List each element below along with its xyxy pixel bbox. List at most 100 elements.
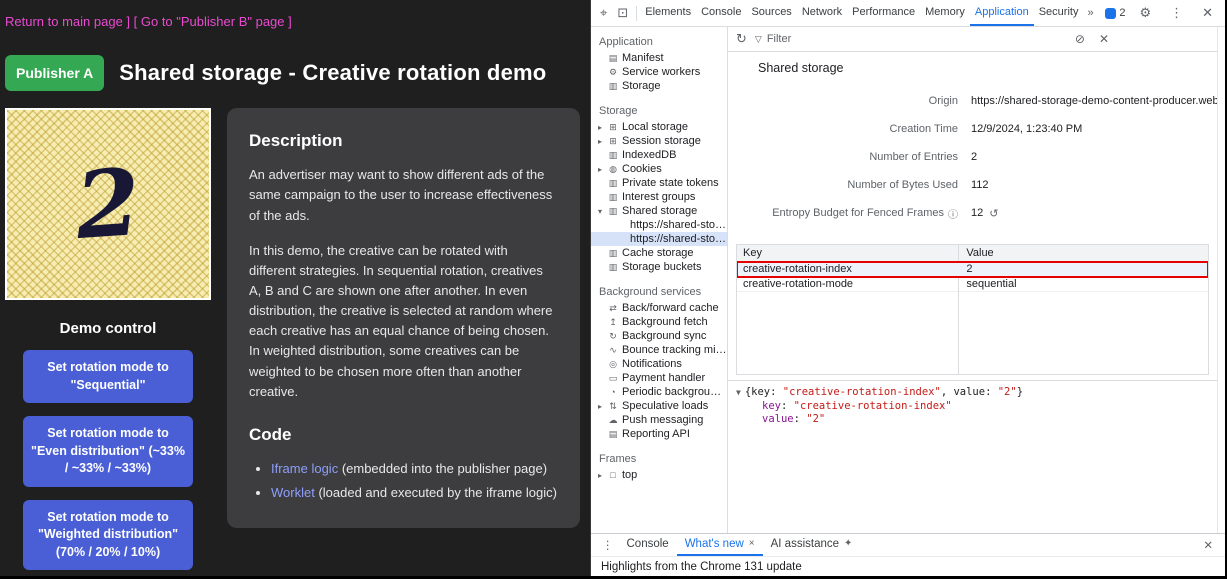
devtools: ⌖ ⊡ ElementsConsoleSourcesNetworkPerform…: [590, 0, 1225, 576]
sidebar-item-top[interactable]: ▸□top: [591, 468, 727, 482]
code-link-iframe-logic[interactable]: Iframe logic: [271, 461, 338, 476]
meta-value-entropy-budget-for-fenced-frames: 12↺: [958, 199, 1217, 227]
database-icon: ▥: [607, 248, 619, 259]
devtools-tabbar: ⌖ ⊡ ElementsConsoleSourcesNetworkPerform…: [591, 0, 1225, 27]
fetch-icon: ↥: [607, 317, 619, 328]
object-property: value: "2": [736, 413, 1209, 427]
sidebar-item-interest-groups[interactable]: ▥Interest groups: [591, 190, 727, 204]
drawer-tab-console[interactable]: Console: [619, 534, 677, 556]
code-link-worklet[interactable]: Worklet: [271, 485, 315, 500]
meta-label-entropy-budget-for-fenced-frames: Entropy Budget for Fenced Framesⓘ: [728, 199, 958, 227]
tab-performance[interactable]: Performance: [847, 0, 920, 26]
delete-icon[interactable]: ✕: [1099, 32, 1109, 46]
rotation-mode-button-1[interactable]: Set rotation mode to "Sequential": [23, 350, 193, 403]
close-devtools-icon[interactable]: ✕: [1197, 5, 1218, 21]
clear-all-icon[interactable]: ⊘: [1075, 32, 1085, 46]
sidebar-item-https-shared-storage[interactable]: https://shared-storage…: [591, 232, 727, 246]
tab-memory[interactable]: Memory: [920, 0, 970, 26]
sidebar-item-storage-buckets[interactable]: ▥Storage buckets: [591, 260, 727, 274]
description-paragraph: In this demo, the creative can be rotate…: [249, 241, 558, 402]
expand-arrow-icon[interactable]: ▸: [598, 123, 607, 132]
sidebar-item-indexeddb[interactable]: ▥IndexedDB: [591, 148, 727, 162]
sidebar-item-shared-storage[interactable]: ▾▥Shared storage: [591, 204, 727, 218]
return-main-link[interactable]: Return to main page: [5, 14, 123, 29]
sidebar-item-payment-handler[interactable]: ▭Payment handler: [591, 371, 727, 385]
object-preview-summary[interactable]: ▼{key: "creative-rotation-index", value:…: [736, 386, 1209, 400]
sidebar-item-private-state-tokens[interactable]: ▥Private state tokens: [591, 176, 727, 190]
metadata-report: Originhttps://shared-storage-demo-conten…: [728, 87, 1217, 227]
sidebar-section-background-services: Background services: [591, 283, 727, 301]
entry-preview: ▼{key: "creative-rotation-index", value:…: [728, 380, 1217, 432]
collapse-arrow-icon[interactable]: ▾: [598, 207, 607, 216]
issues-badge[interactable]: 2: [1105, 7, 1125, 19]
rotation-mode-button-2[interactable]: Set rotation mode to "Even distribution"…: [23, 416, 193, 487]
devtools-drawer: ⋮ ConsoleWhat's new×AI assistance✦✕ High…: [591, 533, 1225, 576]
sidebar-item-bounce-tracking-miti[interactable]: ∿Bounce tracking miti…: [591, 343, 727, 357]
expand-arrow-icon[interactable]: ▸: [598, 402, 607, 411]
sidebar-item-periodic-backgroun[interactable]: ◔Periodic backgroun…: [591, 385, 727, 399]
issues-count: 2: [1119, 7, 1125, 19]
sync-icon: ↻: [607, 331, 619, 342]
tab-security[interactable]: Security: [1034, 0, 1084, 26]
manifest-icon: ▤: [607, 53, 619, 64]
rotation-mode-button-3[interactable]: Set rotation mode to "Weighted distribut…: [23, 500, 193, 571]
sidebar-item-label: Service workers: [622, 66, 700, 78]
sidebar-item-label: Cache storage: [622, 247, 694, 259]
gear-icon[interactable]: ⚙: [1134, 5, 1156, 21]
sidebar-item-https-shared-storage[interactable]: https://shared-storage…: [591, 218, 727, 232]
column-header-key[interactable]: Key: [737, 247, 958, 259]
application-sidebar: Application▤Manifest⚙Service workers▥Sto…: [591, 27, 728, 533]
property-value: "2": [806, 413, 825, 425]
close-tab-icon[interactable]: ×: [749, 534, 755, 554]
code-link-item: Iframe logic (embedded into the publishe…: [271, 459, 558, 479]
code-link-suffix: (embedded into the publisher page): [338, 461, 547, 476]
inspect-element-icon[interactable]: ⌖: [595, 5, 612, 21]
sidebar-item-back-forward-cache[interactable]: ⇄Back/forward cache: [591, 301, 727, 315]
sidebar-item-cookies[interactable]: ▸◍Cookies: [591, 162, 727, 176]
tab-elements[interactable]: Elements: [640, 0, 696, 26]
scrollbar-track[interactable]: [1217, 27, 1225, 533]
table-row[interactable]: creative-rotation-index2: [737, 262, 1208, 277]
sidebar-item-manifest[interactable]: ▤Manifest: [591, 51, 727, 65]
sidebar-item-notifications[interactable]: ◎Notifications: [591, 357, 727, 371]
tab-sources[interactable]: Sources: [746, 0, 796, 26]
expand-arrow-icon[interactable]: ▸: [598, 137, 607, 146]
caret-down-icon[interactable]: ▼: [736, 388, 741, 397]
tab-application[interactable]: Application: [970, 0, 1034, 26]
error-icon: [1105, 8, 1116, 19]
expand-arrow-icon[interactable]: ▸: [598, 471, 607, 480]
tab-network[interactable]: Network: [797, 0, 847, 26]
reset-budget-icon[interactable]: ↺: [989, 207, 998, 220]
info-icon[interactable]: ⓘ: [948, 206, 958, 221]
sidebar-item-cache-storage[interactable]: ▥Cache storage: [591, 246, 727, 260]
demo-control-buttons: Set rotation mode to "Sequential" Set rot…: [5, 350, 211, 570]
table-row[interactable]: creative-rotation-modesequential: [737, 277, 1208, 292]
sidebar-item-label: Cookies: [622, 163, 662, 175]
drawer-tab-ai-assistance[interactable]: AI assistance✦: [763, 534, 861, 556]
more-tabs-icon[interactable]: »: [1083, 7, 1097, 19]
kebab-menu-icon[interactable]: ⋮: [1165, 5, 1188, 21]
sidebar-item-speculative-loads[interactable]: ▸⇅Speculative loads: [591, 399, 727, 413]
sidebar-item-local-storage[interactable]: ▸⊞Local storage: [591, 120, 727, 134]
column-header-value[interactable]: Value: [958, 247, 1208, 259]
sidebar-item-reporting-api[interactable]: ▤Reporting API: [591, 427, 727, 441]
sidebar-item-service-workers[interactable]: ⚙Service workers: [591, 65, 727, 79]
filter-input[interactable]: ▽ Filter: [755, 33, 1067, 45]
drawer-tab-what-s-new[interactable]: What's new×: [677, 534, 763, 556]
device-toolbar-icon[interactable]: ⊡: [612, 5, 633, 21]
sidebar-item-background-sync[interactable]: ↻Background sync: [591, 329, 727, 343]
tabbar-right-controls: 2 ⚙ ⋮ ✕: [1105, 5, 1225, 21]
sidebar-item-background-fetch[interactable]: ↥Background fetch: [591, 315, 727, 329]
publisher-b-link[interactable]: Go to "Publisher B" page: [141, 14, 285, 29]
close-drawer-icon[interactable]: ✕: [1203, 538, 1219, 552]
code-heading: Code: [249, 422, 558, 448]
drawer-menu-icon[interactable]: ⋮: [597, 538, 619, 552]
toolbar-actions: ⊘ ✕: [1075, 32, 1109, 46]
tab-console[interactable]: Console: [696, 0, 746, 26]
meta-label-text: Creation Time: [890, 123, 958, 135]
sidebar-item-push-messaging[interactable]: ☁Push messaging: [591, 413, 727, 427]
sidebar-item-session-storage[interactable]: ▸⊞Session storage: [591, 134, 727, 148]
refresh-icon[interactable]: ↻: [736, 31, 747, 47]
expand-arrow-icon[interactable]: ▸: [598, 165, 607, 174]
sidebar-item-storage[interactable]: ▥Storage: [591, 79, 727, 93]
